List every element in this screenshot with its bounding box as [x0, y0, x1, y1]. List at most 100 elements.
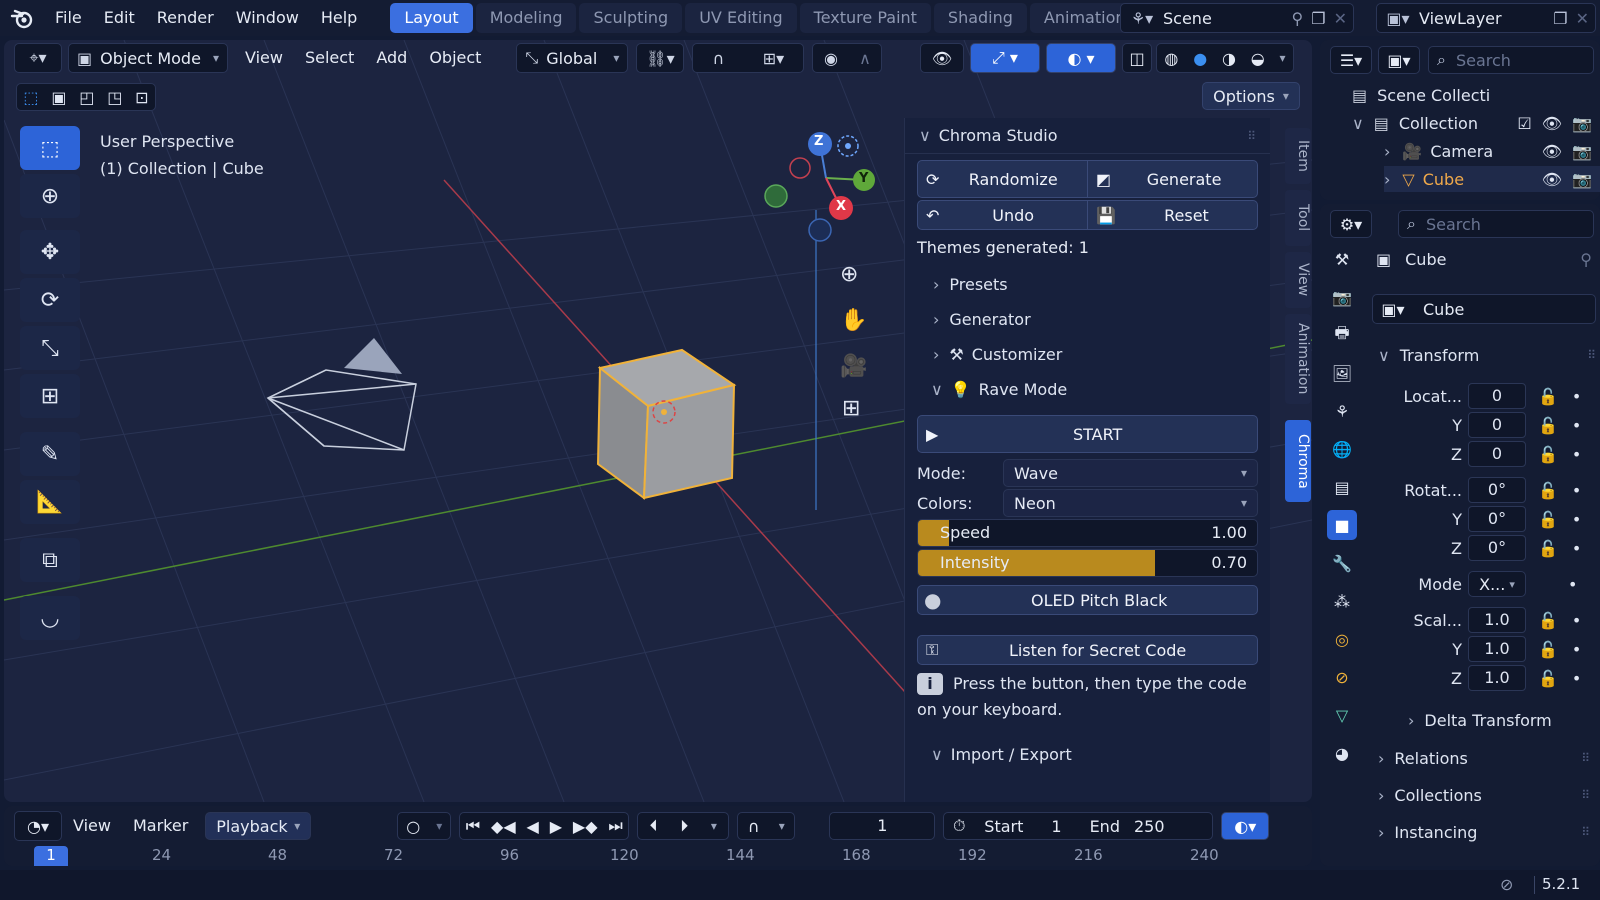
annotate-tool[interactable]: ✎: [20, 432, 80, 476]
keyframe-dot-icon[interactable]: •: [1572, 416, 1581, 435]
relations-panel[interactable]: › Relations ⠿: [1372, 744, 1596, 772]
data-properties-icon[interactable]: ▽: [1327, 700, 1357, 730]
randomize-button[interactable]: ⟳ Randomize: [917, 160, 1088, 198]
current-frame-marker[interactable]: 1: [34, 846, 68, 866]
menu-file[interactable]: File: [44, 0, 93, 36]
rotate-tool[interactable]: ⟳: [20, 278, 80, 322]
prev-keyframe-icon[interactable]: ◆◀: [491, 817, 516, 836]
hand-pan-icon[interactable]: ✋: [840, 308, 867, 333]
step-forward-icon[interactable]: ⏵: [680, 816, 688, 836]
gizmo-y-label[interactable]: Y: [859, 171, 868, 186]
tab-view[interactable]: View: [1285, 252, 1311, 308]
location-z-field[interactable]: 0: [1468, 441, 1526, 467]
transform-tool[interactable]: ⊞: [20, 374, 80, 418]
outliner-scene-collection[interactable]: ▤ Scene Collecti: [1352, 82, 1600, 108]
camera-render-icon[interactable]: 📷: [1572, 142, 1592, 161]
select-invert-icon[interactable]: ◳: [107, 88, 122, 107]
location-x-field[interactable]: 0: [1468, 383, 1526, 409]
generate-button[interactable]: ◩ Generate: [1088, 160, 1258, 198]
timeline-menu-marker[interactable]: Marker: [122, 808, 199, 844]
drag-handle-icon[interactable]: ⠿: [1581, 788, 1590, 802]
select-intersect-icon[interactable]: ⊡: [135, 88, 148, 107]
keyframe-dot-icon[interactable]: •: [1572, 387, 1581, 406]
properties-editor-type[interactable]: ⚙▾: [1330, 210, 1372, 238]
keyframe-dot-icon[interactable]: •: [1572, 539, 1581, 558]
object-mode-dropdown[interactable]: ▣ Object Mode ▾: [68, 43, 228, 73]
collection-properties-icon[interactable]: ▤: [1327, 472, 1357, 502]
start-button[interactable]: ▶ START: [917, 415, 1258, 453]
extra-tool[interactable]: ◡: [20, 596, 80, 640]
rave-mode-section[interactable]: ∨ 💡 Rave Mode: [931, 380, 1270, 399]
rotation-mode-dropdown[interactable]: X... ▾: [1468, 571, 1526, 597]
lock-icon[interactable]: 🔓: [1538, 640, 1558, 659]
step-back-icon[interactable]: ⏴: [650, 816, 658, 836]
scale-x-field[interactable]: 1.0: [1468, 607, 1526, 633]
eye-icon[interactable]: 👁: [1542, 114, 1562, 133]
rendered-shading-icon[interactable]: ◒: [1251, 49, 1265, 68]
presets-section[interactable]: › Presets: [933, 275, 1270, 294]
scale-tool[interactable]: ⤡: [20, 326, 80, 370]
keyframe-dot-icon[interactable]: •: [1572, 669, 1581, 688]
render-properties-icon[interactable]: 📷: [1327, 282, 1357, 312]
tab-item[interactable]: Item: [1285, 128, 1311, 184]
lock-icon[interactable]: 🔓: [1538, 669, 1558, 688]
lock-icon[interactable]: 🔓: [1538, 445, 1558, 464]
select-extend-icon[interactable]: ▣: [51, 88, 66, 107]
scene-selector[interactable]: ⚘▾ Scene ⚲ ❐ ✕: [1120, 3, 1354, 33]
tab-uv-editing[interactable]: UV Editing: [685, 3, 797, 33]
frame-ruler[interactable]: 1 24 48 72 96 120 144 168 192 216 240: [4, 846, 1312, 866]
next-keyframe-icon[interactable]: ▶◆: [573, 817, 598, 836]
snap-icon[interactable]: ∩: [713, 49, 725, 68]
keyframe-dot-icon[interactable]: •: [1572, 481, 1581, 500]
timeline-overlay-toggle[interactable]: ◐▾: [1221, 812, 1270, 840]
speed-slider[interactable]: Speed 1.00: [917, 519, 1258, 547]
colors-dropdown[interactable]: Neon ▾: [1003, 489, 1258, 517]
visibility-button[interactable]: 👁: [920, 43, 964, 73]
lock-icon[interactable]: 🔓: [1538, 611, 1558, 630]
object-name-field[interactable]: ▣▾ Cube: [1372, 294, 1596, 324]
chevron-down-icon[interactable]: ▾: [1280, 51, 1286, 65]
snap-grid-icon[interactable]: ⊞▾: [763, 49, 784, 68]
end-frame-value[interactable]: 250: [1134, 817, 1165, 836]
rotation-y-field[interactable]: 0°: [1468, 506, 1526, 532]
transform-orientation-dropdown[interactable]: ⤡ Global ▾: [516, 43, 629, 73]
play-icon[interactable]: ▶: [550, 817, 562, 836]
timeline-menu-view[interactable]: View: [62, 808, 122, 844]
collections-panel[interactable]: › Collections ⠿: [1372, 781, 1596, 809]
blender-logo-icon[interactable]: [0, 0, 44, 36]
camera-render-icon[interactable]: 📷: [1572, 170, 1592, 189]
tab-sculpting[interactable]: Sculpting: [579, 3, 683, 33]
editor-type-button[interactable]: ⌖▾: [14, 43, 62, 73]
viewport-menu-view[interactable]: View: [234, 40, 294, 76]
gizmo-x-label[interactable]: X: [836, 199, 846, 214]
intensity-slider[interactable]: Intensity 0.70: [917, 549, 1258, 577]
gizmo-z-label[interactable]: Z: [814, 134, 823, 149]
keyframe-toggle[interactable]: ○ ▾: [397, 812, 452, 840]
stopwatch-icon[interactable]: ⏱: [944, 816, 974, 836]
play-reverse-icon[interactable]: ◀: [527, 817, 539, 836]
material-properties-icon[interactable]: ◕: [1327, 738, 1357, 768]
shading-modes[interactable]: ◍ ● ◑ ◒ ▾: [1156, 43, 1294, 73]
select-subtract-icon[interactable]: ◰: [79, 88, 94, 107]
tab-modeling[interactable]: Modeling: [475, 3, 577, 33]
lock-icon[interactable]: 🔓: [1538, 539, 1558, 558]
menu-render[interactable]: Render: [146, 0, 225, 36]
select-box-tool[interactable]: ⬚: [20, 126, 80, 170]
tab-layout[interactable]: Layout: [390, 3, 473, 33]
output-properties-icon[interactable]: 🖶: [1327, 320, 1357, 350]
delta-transform-panel[interactable]: › Delta Transform: [1372, 706, 1596, 734]
network-icon[interactable]: ⊘: [1500, 875, 1513, 894]
particles-properties-icon[interactable]: ⁂: [1327, 586, 1357, 616]
modifier-properties-icon[interactable]: 🔧: [1327, 548, 1357, 578]
solid-shading-icon[interactable]: ●: [1193, 49, 1207, 68]
tab-tool[interactable]: Tool: [1285, 190, 1311, 246]
snapping-controls[interactable]: ∩ ⊞▾: [692, 43, 805, 73]
tab-texture-paint[interactable]: Texture Paint: [799, 3, 931, 33]
tool-properties-icon[interactable]: ⚒: [1327, 244, 1357, 274]
tab-shading[interactable]: Shading: [933, 3, 1027, 33]
world-properties-icon[interactable]: 🌐: [1327, 434, 1357, 464]
eye-icon[interactable]: 👁: [1542, 170, 1562, 189]
lock-icon[interactable]: 🔓: [1538, 387, 1558, 406]
tab-animation[interactable]: Animation: [1285, 314, 1311, 404]
gizmo-toggle[interactable]: ⤢ ▾: [970, 43, 1040, 73]
